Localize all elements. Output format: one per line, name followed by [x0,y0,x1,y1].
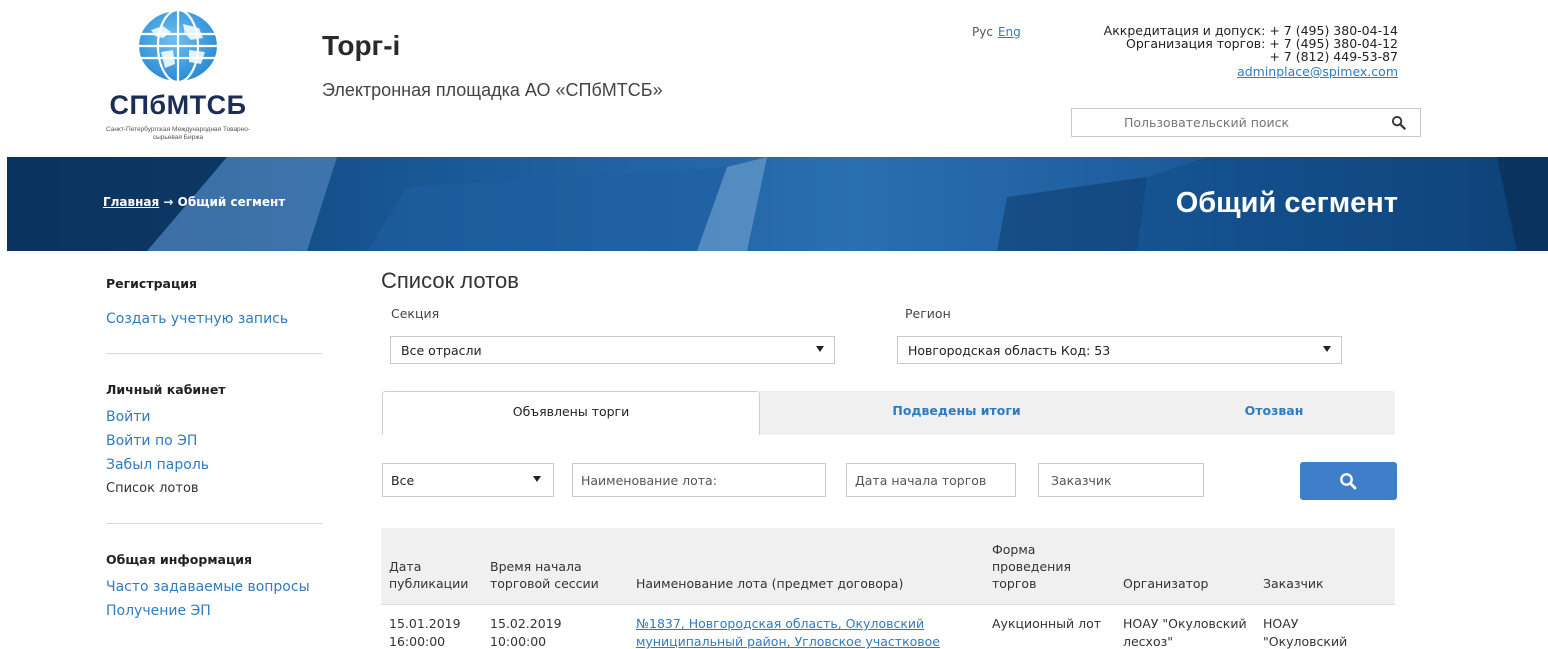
section-label: Секция [391,306,440,321]
lots-table: Дата публикации Время начала торговой сесс… [381,528,1395,649]
segment-banner: Главная → Общий сегмент Общий сегмент [7,157,1548,251]
cell-organizer: НОАУ "Окуловский лесхоз" [1123,616,1247,649]
breadcrumb-home-link[interactable]: Главная [103,195,159,209]
cell-form: Аукционный лот [992,616,1102,631]
trade-date-input[interactable]: Дата начала торгов [846,463,1016,497]
globe-logo-icon [136,8,220,84]
sidebar-cabinet-heading: Личный кабинет [106,382,226,397]
contacts: Аккредитация и допуск: + 7 (495) 380-04-… [1104,24,1398,78]
sidebar-login-link[interactable]: Войти [106,405,322,429]
lot-type-value: Все [391,473,415,488]
email-link[interactable]: adminplace@spimex.com [1104,65,1398,78]
col-form: Форма проведения торгов [992,542,1071,591]
search-icon [1340,473,1357,490]
sidebar-lots-list-current: Список лотов [106,481,199,496]
sidebar-faq-link[interactable]: Часто задаваемые вопросы [106,575,322,599]
sidebar-forgot-password-link[interactable]: Забыл пароль [106,453,322,477]
lot-link[interactable]: №1837, Новгородская область, Окуловский м… [636,616,940,649]
region-select-value: Новгородская область Код: 53 [908,343,1111,358]
cell-customer: НОАУ "Окуловский [1263,616,1348,649]
col-pub-date: Дата публикации [389,559,469,591]
col-lot-name: Наименование лота (предмет договора) [636,576,904,591]
chevron-down-icon [816,346,824,352]
region-select[interactable]: Новгородская область Код: 53 [897,336,1342,364]
col-start-time: Время начала торговой сессии [490,559,599,591]
site-search-input[interactable] [1072,109,1372,136]
lot-name-input[interactable]: Наименование лота: [572,463,826,497]
chevron-down-icon [1323,346,1331,352]
region-label: Регион [905,306,951,321]
breadcrumb: Главная → Общий сегмент [103,195,285,209]
banner-title: Общий сегмент [1175,187,1398,219]
search-icon[interactable] [1391,115,1406,130]
sidebar-registration-heading: Регистрация [106,276,198,291]
table-header: Дата публикации Время начала торговой сесс… [381,528,1395,604]
page-title: Список лотов [381,268,519,293]
section-select-value: Все отрасли [401,343,482,358]
sidebar-create-account-link[interactable]: Создать учетную запись [106,307,322,331]
search-button[interactable] [1300,462,1397,500]
sidebar-login-ep-link[interactable]: Войти по ЭП [106,429,322,453]
logo-name: СПбМТСБ [109,90,247,120]
sidebar-divider [106,353,322,354]
lang-ru[interactable]: Рус [972,25,993,39]
sidebar: Регистрация Создать учетную запись Личны… [106,276,322,623]
lot-type-select[interactable]: Все [382,463,554,497]
chevron-down-icon [533,476,541,482]
lot-status-tabs: Объявлены торги Подведены итоги Отозван [381,391,1395,435]
breadcrumb-current: Общий сегмент [177,195,286,209]
cell-lot-name: №1837, Новгородская область, Окуловский м… [636,615,940,649]
customer-input[interactable]: Заказчик [1038,463,1204,497]
table-row: 15.01.2019 16:00:00 15.02.2019 10:00:00 №1… [381,604,1395,649]
site-title: Торг-i [322,30,401,61]
language-switcher: Рус Eng [972,25,1021,39]
main-content: Список лотов Секция Все отрасли Регион Н… [381,268,1401,649]
sidebar-info-heading: Общая информация [106,552,253,567]
contact-spb: + 7 (812) 449-53-87 [1269,49,1398,64]
cell-start-time: 15.02.2019 10:00:00 [490,616,562,649]
tab-announced[interactable]: Объявлены торги [382,391,760,435]
col-organizer: Организатор [1123,576,1209,591]
tab-withdrawn[interactable]: Отозван [1153,391,1395,435]
logo-subtitle: Санкт-Петербургская Международная Товарн… [105,126,251,141]
lang-en-link[interactable]: Eng [998,25,1021,39]
logo[interactable]: СПбМТСБ Санкт-Петербургская Международна… [95,8,270,153]
section-select[interactable]: Все отрасли [390,336,835,364]
site-search [1071,108,1421,137]
sidebar-divider [106,523,322,524]
sidebar-get-ep-link[interactable]: Получение ЭП [106,599,322,623]
site-subtitle: Электронная площадка АО «СПбМТСБ» [322,80,663,100]
breadcrumb-arrow: → [163,195,174,209]
col-customer: Заказчик [1263,576,1324,591]
tab-results[interactable]: Подведены итоги [760,391,1153,435]
cell-pub-date: 15.01.2019 16:00:00 [389,616,461,649]
